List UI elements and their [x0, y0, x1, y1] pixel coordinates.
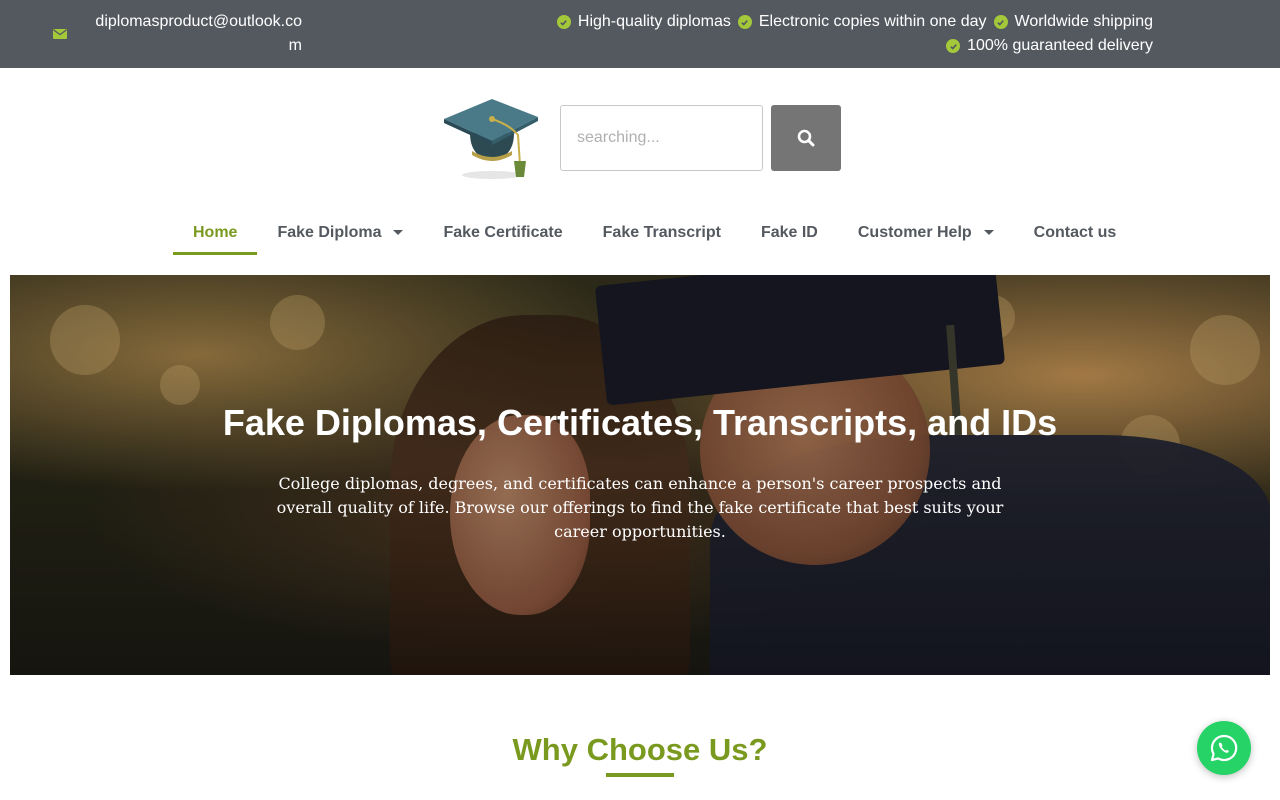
nav-item-label: Fake ID	[760, 223, 818, 241]
feature-item: Worldwide shipping	[993, 10, 1153, 34]
nav-item-label: Customer Help	[857, 223, 972, 241]
nav-item-label: Fake Certificate	[443, 223, 563, 241]
nav-item-fake-id[interactable]: Fake ID	[741, 210, 838, 255]
nav-item-customer-help[interactable]: Customer Help	[838, 210, 1014, 255]
caret-down-icon	[983, 230, 994, 235]
nav-item-fake-transcript[interactable]: Fake Transcript	[583, 210, 741, 255]
nav-item-label: Fake Transcript	[602, 223, 721, 241]
feature-item: 100% guaranteed delivery	[946, 34, 1153, 58]
nav-item-label: Home	[193, 223, 238, 241]
section-title-underline	[606, 773, 674, 777]
top-bar: diplomasproduct@outlook.com High-quality…	[0, 0, 1280, 68]
feature-label: Electronic copies within one day	[758, 13, 987, 30]
check-circle-icon	[946, 39, 961, 53]
check-circle-icon	[737, 15, 752, 29]
hero-description: College diplomas, degrees, and certifica…	[276, 474, 1004, 541]
feature-item: Electronic copies within one day	[737, 10, 987, 34]
graduation-cap-logo[interactable]	[440, 95, 540, 181]
nav-item-fake-certificate[interactable]: Fake Certificate	[423, 210, 582, 255]
hero-title: Fake Diplomas, Certificates, Transcripts…	[222, 402, 1058, 443]
mail-icon	[53, 29, 67, 39]
nav-item-home[interactable]: Home	[173, 210, 258, 255]
hero-banner: Fake Diplomas, Certificates, Transcripts…	[10, 275, 1270, 675]
search-input[interactable]	[560, 105, 763, 171]
main-nav: Home Fake Diploma Fake Certificate Fake …	[173, 210, 1136, 256]
search-button[interactable]	[771, 105, 841, 171]
nav-item-label: Fake Diploma	[277, 223, 382, 241]
feature-list: High-quality diplomas Electronic copies …	[533, 10, 1153, 58]
whatsapp-button[interactable]	[1197, 721, 1251, 775]
feature-label: 100% guaranteed delivery	[967, 37, 1153, 54]
feature-item: High-quality diplomas	[556, 10, 731, 34]
check-circle-icon	[556, 15, 571, 29]
section-title: Why Choose Us?	[512, 732, 768, 767]
feature-label: High-quality diplomas	[577, 13, 731, 30]
check-circle-icon	[993, 15, 1008, 29]
caret-down-icon	[393, 230, 404, 235]
search-icon	[797, 129, 815, 147]
feature-label: Worldwide shipping	[1014, 13, 1153, 30]
contact-email[interactable]: diplomasproduct@outlook.com	[88, 10, 302, 58]
nav-item-fake-diploma[interactable]: Fake Diploma	[257, 210, 423, 255]
whatsapp-icon	[1210, 734, 1238, 762]
nav-item-contact-us[interactable]: Contact us	[1014, 210, 1137, 255]
nav-item-label: Contact us	[1033, 223, 1117, 241]
